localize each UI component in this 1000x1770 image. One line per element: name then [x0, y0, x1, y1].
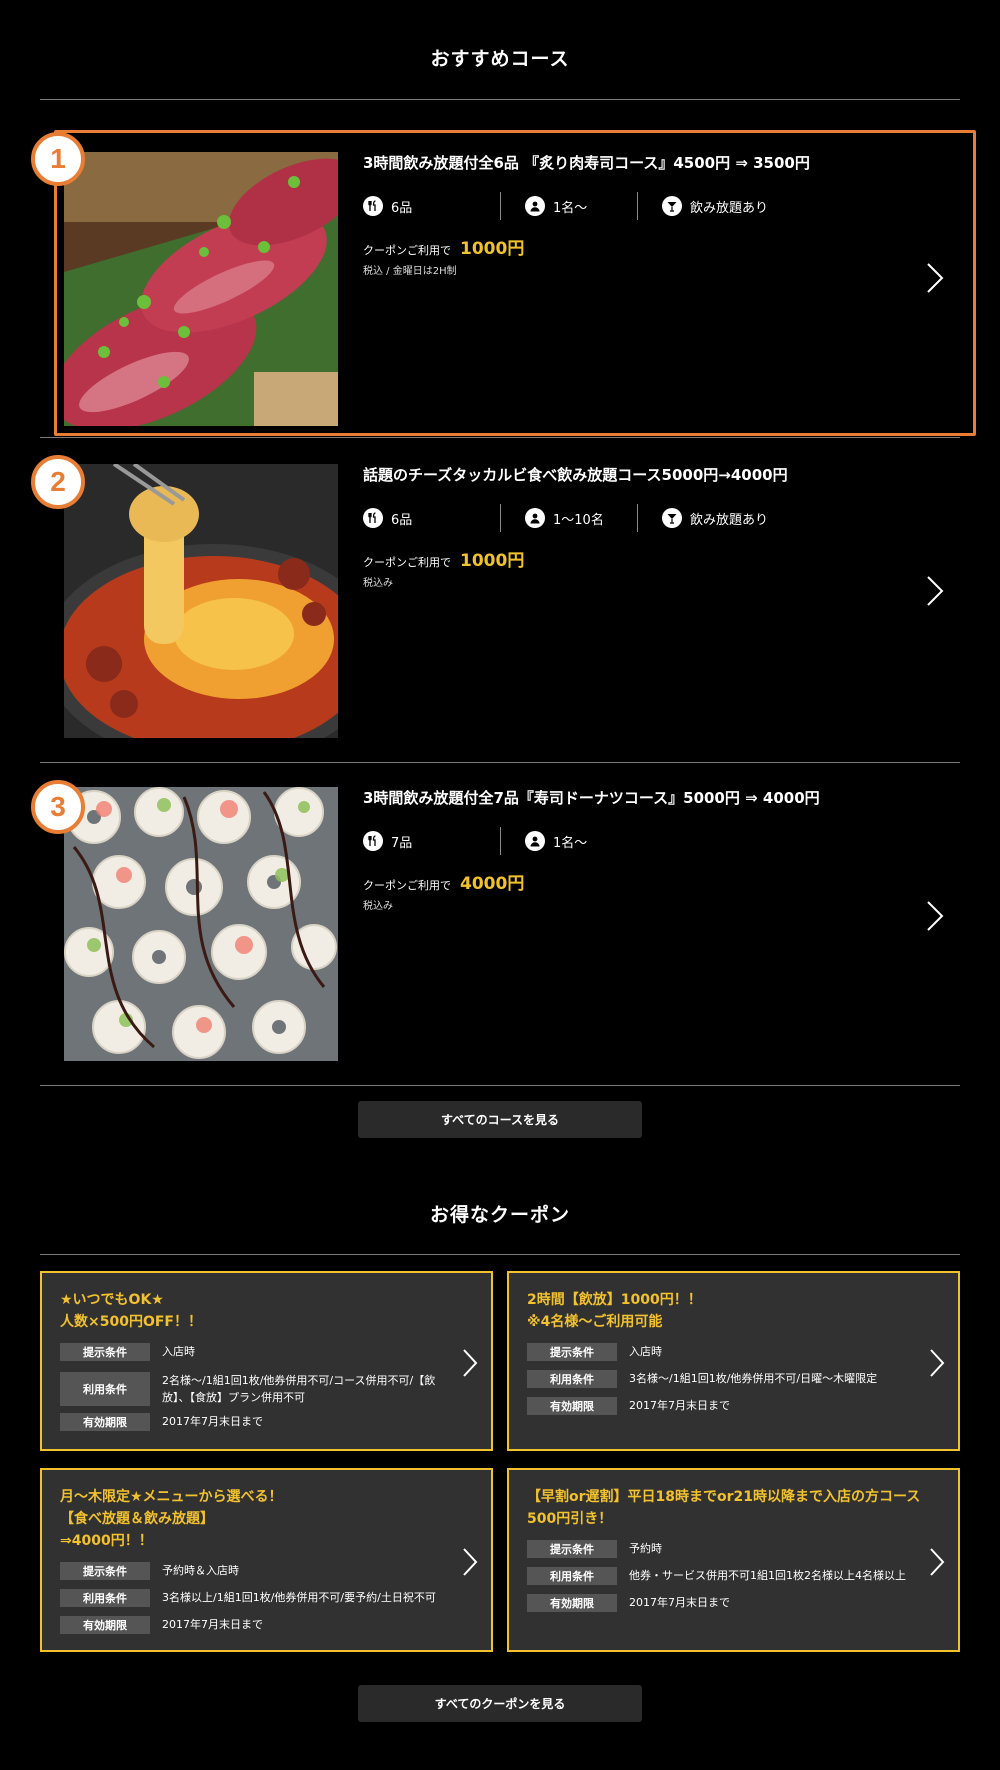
- meta-dishes: 6品: [363, 192, 500, 220]
- meta-people: 1～10名: [500, 504, 637, 532]
- coupon-usage-row: 利用条件 他券・サービス併用不可1組1回1枚2名様以上4名様以上: [527, 1567, 929, 1585]
- fork-knife-icon: [363, 508, 383, 528]
- coupon-expiry-row: 有効期限 2017年7月末日まで: [60, 1413, 442, 1431]
- course-note: 税込 / 金曜日は2H制: [363, 266, 457, 277]
- cocktail-icon: [662, 508, 682, 528]
- person-icon: [525, 831, 545, 851]
- divider: [40, 99, 960, 100]
- coupon-condition-row: 提示条件 入店時: [60, 1343, 442, 1361]
- coupon-title: 【早割or遅割】平日18時までor21時以降まで入店の方コース 500円引き！: [527, 1489, 921, 1527]
- cocktail-icon: [662, 196, 682, 216]
- meta-people: 1名～: [500, 827, 637, 855]
- divider: [40, 1254, 960, 1255]
- course-photo-sushi-donut: [64, 787, 338, 1061]
- fork-knife-icon: [363, 831, 383, 851]
- coupon-expiry-row: 有効期限 2017年7月末日まで: [527, 1397, 909, 1415]
- course-meta: 6品 1名～ 飲み放題あり: [363, 192, 817, 220]
- coupon-usage-row: 利用条件 3名様～/1組1回1枚/他券併用不可/日曜～木曜限定: [527, 1370, 929, 1388]
- coupon-price-line: クーポンご利用で 1000円: [363, 234, 524, 259]
- coupon-condition-row: 提示条件 予約時: [527, 1540, 909, 1558]
- coupons-section-title: お得なクーポン: [429, 1204, 570, 1226]
- course-card-3[interactable]: 3 3時間飲み放題付全7品『寿司ドーナツコース』5000円 ⇒ 4000円 7品: [31, 762, 960, 1064]
- chevron-right-icon[interactable]: [461, 1547, 479, 1577]
- meta-people: 1名～: [500, 192, 637, 220]
- meta-dishes: 6品: [363, 504, 500, 532]
- course-title[interactable]: 話題のチーズタッカルビ食べ飲み放題コース5000円→4000円: [363, 464, 788, 485]
- course-title[interactable]: 3時間飲み放題付全7品『寿司ドーナツコース』5000円 ⇒ 4000円: [363, 787, 820, 808]
- coupon-title: 月～木限定★メニューから選べる！ 【食べ放題＆飲み放題】 ⇒4000円！！: [60, 1489, 283, 1549]
- coupon-condition-row: 提示条件 入店時: [527, 1343, 909, 1361]
- coupon-price: 1000円: [460, 239, 525, 259]
- coupon-usage-row: 利用条件 3名様以上/1組1回1枚/他券併用不可/要予約/土日祝不可: [60, 1589, 462, 1607]
- course-note: 税込み: [363, 578, 393, 589]
- coupon-card-2[interactable]: 2時間【飲放】1000円！！ ※4名様～ご利用可能 提示条件 入店時 利用条件 …: [507, 1271, 960, 1451]
- coupon-title: 2時間【飲放】1000円！！ ※4名様～ご利用可能: [527, 1292, 702, 1330]
- coupon-card-1[interactable]: ★いつでもOK★ 人数×500円OFF！！ 提示条件 入店時 利用条件 2名様～…: [40, 1271, 493, 1451]
- meta-dishes: 7品: [363, 827, 500, 855]
- coupon-usage-row: 利用条件 2名様～/1組1回1枚/他券併用不可/コース併用不可/【飲放】、【食放…: [60, 1372, 452, 1406]
- divider: [40, 1085, 960, 1086]
- meta-drink: 飲み放題あり: [637, 192, 817, 220]
- meta-drink: 飲み放題あり: [637, 504, 817, 532]
- course-card-2[interactable]: 2 話題のチーズタッカルビ食べ飲み放題コース5000円→4000円 6品 1～1…: [31, 437, 960, 739]
- person-icon: [525, 508, 545, 528]
- fork-knife-icon: [363, 196, 383, 216]
- person-icon: [525, 196, 545, 216]
- chevron-right-icon[interactable]: [924, 262, 946, 294]
- view-all-courses-button[interactable]: すべてのコースを見る: [358, 1101, 642, 1138]
- view-all-coupons-button[interactable]: すべてのクーポンを見る: [358, 1685, 642, 1722]
- chevron-right-icon[interactable]: [461, 1348, 479, 1378]
- chevron-right-icon[interactable]: [928, 1348, 946, 1378]
- coupon-price-line: クーポンご利用で 4000円: [363, 869, 524, 894]
- course-card-1[interactable]: 1 3時間飲み放題付全6品 『炙り肉寿司コース』4500円 ⇒ 3500円 6品: [31, 114, 976, 436]
- coupon-expiry-row: 有効期限 2017年7月末日まで: [527, 1594, 909, 1612]
- chevron-right-icon[interactable]: [928, 1547, 946, 1577]
- coupon-card-3[interactable]: 月～木限定★メニューから選べる！ 【食べ放題＆飲み放題】 ⇒4000円！！ 提示…: [40, 1468, 493, 1652]
- course-photo-cheese-dakgalbi: [64, 464, 338, 738]
- course-meta: 6品 1～10名 飲み放題あり: [363, 504, 817, 532]
- course-meta: 7品 1名～: [363, 827, 637, 855]
- rank-badge: 3: [31, 780, 85, 834]
- courses-section-title: おすすめコース: [430, 48, 570, 70]
- coupon-condition-row: 提示条件 予約時＆入店時: [60, 1562, 442, 1580]
- coupon-card-4[interactable]: 【早割or遅割】平日18時までor21時以降まで入店の方コース 500円引き！ …: [507, 1468, 960, 1652]
- course-note: 税込み: [363, 901, 393, 912]
- chevron-right-icon[interactable]: [924, 575, 946, 607]
- course-photo-aburi-niku-sushi: [64, 152, 338, 426]
- rank-badge: 1: [31, 132, 85, 186]
- rank-badge: 2: [31, 455, 85, 509]
- coupon-title: ★いつでもOK★ 人数×500円OFF！！: [60, 1292, 202, 1330]
- coupon-price: 1000円: [460, 551, 525, 571]
- coupon-price-line: クーポンご利用で 1000円: [363, 546, 524, 571]
- coupon-price: 4000円: [460, 874, 525, 894]
- chevron-right-icon[interactable]: [924, 900, 946, 932]
- coupon-expiry-row: 有効期限 2017年7月末日まで: [60, 1616, 442, 1634]
- course-title[interactable]: 3時間飲み放題付全6品 『炙り肉寿司コース』4500円 ⇒ 3500円: [363, 152, 810, 173]
